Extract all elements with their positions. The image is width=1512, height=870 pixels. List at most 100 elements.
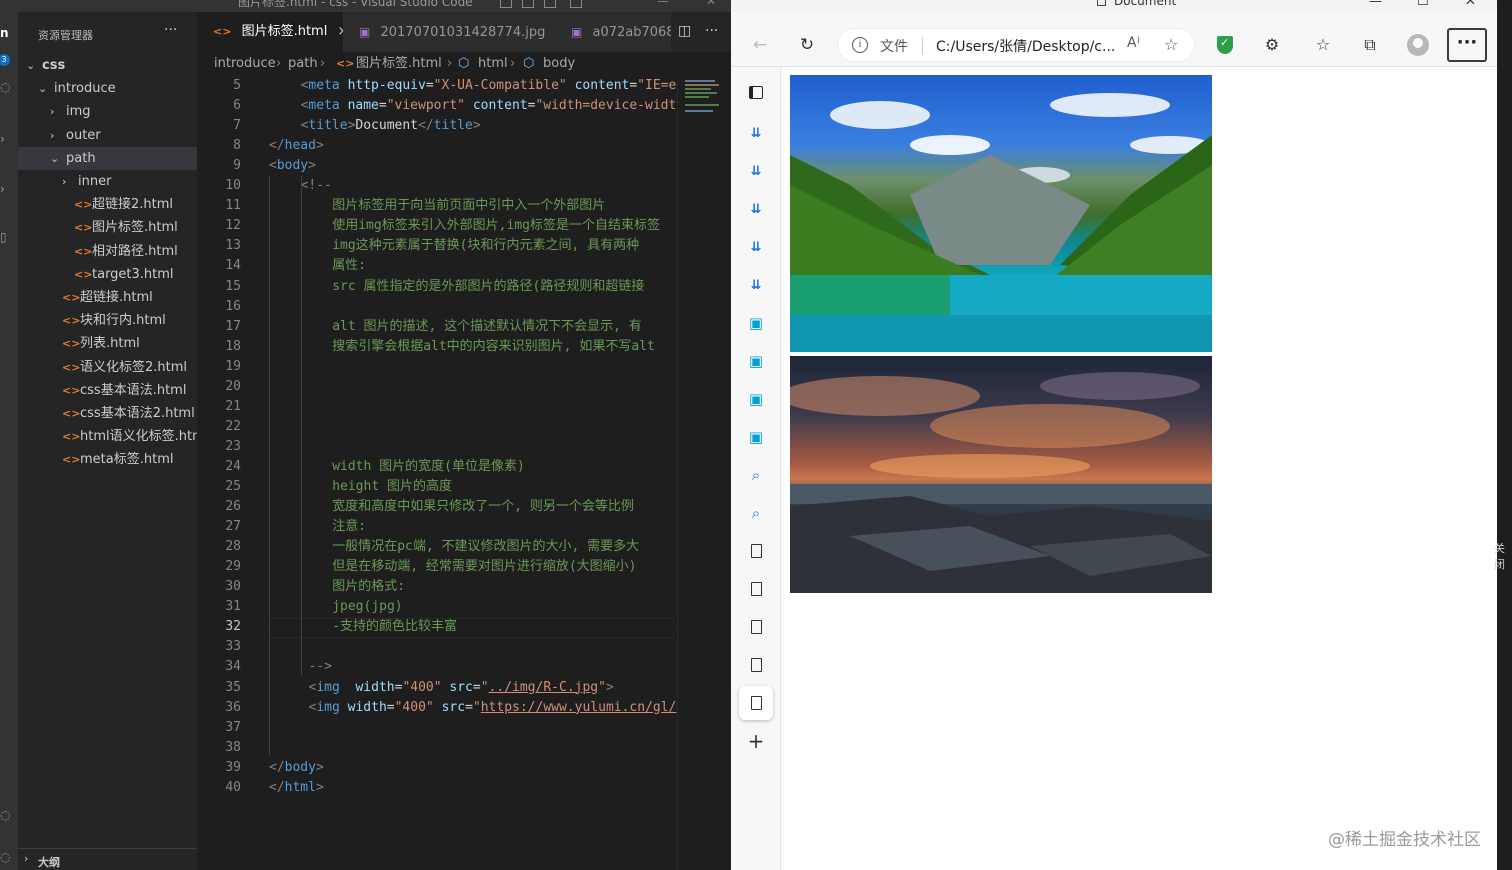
vertical-tab[interactable]: ▣ (743, 348, 769, 374)
extensions-icon[interactable]: › (0, 132, 5, 146)
outline-section[interactable]: › 大纲 (18, 848, 197, 870)
minimap[interactable] (683, 76, 723, 136)
refresh-icon[interactable]: ↻ (794, 32, 820, 58)
minimize-icon[interactable]: — (1369, 0, 1382, 9)
customize-layout-icon[interactable] (570, 0, 582, 8)
breadcrumb-separator-icon: › (447, 56, 453, 71)
tree-file-item[interactable]: <> css基本语法.html (18, 379, 197, 402)
minimap-line (685, 110, 713, 112)
extensions-puzzle-icon[interactable]: ⚙ (1259, 32, 1285, 58)
breadcrumb-folder[interactable]: introduce (214, 52, 276, 76)
code-line: <meta name="viewport" content="width=dev… (301, 96, 677, 116)
code-token: "IE=edge"> (637, 78, 677, 93)
manage-gear-icon[interactable]: ◌ (0, 850, 10, 864)
tree-file-item[interactable]: <> 图片标签.html (18, 216, 197, 239)
tree-file-item[interactable]: <> 超链接.html (18, 286, 197, 309)
code-editor[interactable]: <meta http-equiv="X-UA-Compatible" conte… (269, 76, 677, 816)
toggle-secondary-sidebar-icon[interactable] (544, 0, 556, 8)
tree-folder-item[interactable]: › inner (18, 170, 197, 193)
settings-more-button[interactable]: ··· (1447, 28, 1487, 62)
remote-explorer-icon[interactable]: ▯ (0, 230, 7, 244)
add-favorite-icon[interactable]: ☆ (1164, 35, 1178, 54)
vertical-tab[interactable]: ⌕ (743, 500, 769, 526)
vertical-tab[interactable]: ⇊ (743, 120, 769, 146)
tree-file-item[interactable]: <> 超链接2.html (18, 193, 197, 216)
vertical-tab[interactable]: ⌕ (743, 462, 769, 488)
tree-file-item[interactable]: <> 列表.html (18, 332, 197, 355)
tree-item-label: css基本语法2.html (80, 406, 195, 421)
profile-avatar[interactable] (1407, 34, 1429, 56)
tree-file-item[interactable]: <> meta标签.html (18, 448, 197, 471)
vertical-tab[interactable]: ▣ (743, 310, 769, 336)
tab-label: a072ab70688 (592, 25, 671, 40)
tree-file-item[interactable]: <> target3.html (18, 263, 197, 286)
collections-icon[interactable]: ⧉ (1357, 32, 1383, 58)
explorer-icon[interactable]: n (0, 26, 9, 40)
chevron-right-icon[interactable]: › (0, 182, 5, 196)
tree-folder-item[interactable]: › img (18, 100, 197, 123)
code-line: 宽度和高度中如果只修改了一个, 则另一个会等比例 (332, 497, 634, 517)
editor-more-actions-icon[interactable]: ··· (705, 23, 718, 39)
code-line: <body> (269, 156, 316, 176)
tab-image-file[interactable]: ▣ 20170701031428774.jpg (343, 12, 559, 52)
tree-file-item[interactable]: <> 语义化标签2.html (18, 356, 197, 379)
tree-file-item[interactable]: <> html语义化标签.html (18, 425, 197, 448)
tree-file-item[interactable]: <> 相对路径.html (18, 240, 197, 263)
editor-scrollbar-track[interactable] (677, 76, 678, 870)
tree-folder-item[interactable]: ⌄ css (18, 54, 197, 77)
tree-file-item[interactable]: <> 块和行内.html (18, 309, 197, 332)
vertical-tab[interactable]: ▣ (743, 386, 769, 412)
toggle-panel-icon[interactable] (522, 0, 534, 8)
vertical-tab[interactable] (739, 686, 773, 720)
address-bar[interactable]: i 文件 C:/Users/张倩/Desktop/c... A⁾ ☆ (837, 28, 1195, 62)
line-number: 33 (225, 639, 241, 655)
close-window-icon[interactable]: ✕ (706, 0, 716, 8)
tree-file-item[interactable]: <> css基本语法2.html (18, 402, 197, 425)
breadcrumb-file[interactable]: 图片标签.html (356, 52, 442, 76)
vertical-tab[interactable]: ⇊ (743, 272, 769, 298)
browser-title-text: Document (1114, 0, 1177, 8)
address-url[interactable]: C:/Users/张倩/Desktop/c... (936, 36, 1115, 56)
code-line: img这种元素属于替换(块和行内元素之间, 具有两种 (332, 236, 639, 256)
vertical-tab[interactable]: ⇊ (743, 196, 769, 222)
code-token: = (472, 679, 481, 695)
tab-image-file[interactable]: ▣ a072ab70688 (559, 12, 671, 52)
split-editor-icon[interactable]: ◫ (678, 23, 691, 39)
line-number: 19 (225, 358, 241, 374)
activity-bar: n 3 ◌ › › ▯ ◌ ◌ (0, 12, 18, 870)
vertical-tab[interactable]: ▣ (743, 424, 769, 450)
bilibili-icon: ▣ (748, 314, 764, 332)
tree-folder-item[interactable]: › outer (18, 124, 197, 147)
breadcrumb-symbol[interactable]: body (543, 52, 575, 76)
code-line: -支持的颜色比较丰富 (332, 617, 457, 637)
tree-folder-item[interactable]: ⌄ introduce (18, 77, 197, 100)
vertical-tab[interactable]: ⇊ (743, 158, 769, 184)
close-window-icon[interactable]: ✕ (1465, 0, 1476, 9)
tree-folder-item[interactable]: ⌄ path (18, 146, 197, 170)
toggle-sidebar-icon[interactable] (500, 0, 512, 8)
shield-extension-icon[interactable] (1217, 36, 1233, 54)
minimize-icon[interactable]: — (657, 0, 669, 8)
tab-active-file[interactable]: <> 图片标签.html × (197, 12, 343, 52)
explorer-more-actions-icon[interactable]: ··· (164, 22, 177, 38)
maximize-icon[interactable]: ☐ (1417, 0, 1429, 9)
outline-label: 大纲 (38, 856, 60, 869)
tab-actions-panel-icon[interactable] (743, 79, 769, 105)
vertical-tab[interactable] (743, 652, 769, 678)
vertical-tab[interactable]: ⇊ (743, 234, 769, 260)
breadcrumb-symbol[interactable]: html (478, 52, 508, 76)
line-number: 20 (225, 378, 241, 394)
run-debug-icon[interactable]: ◌ (0, 80, 10, 94)
vertical-tab[interactable] (743, 614, 769, 640)
line-number: 6 (233, 98, 241, 114)
vertical-tab[interactable] (743, 576, 769, 602)
back-arrow-icon[interactable]: ← (747, 32, 773, 58)
vertical-tab[interactable] (743, 538, 769, 564)
read-aloud-icon[interactable]: A⁾ (1127, 35, 1140, 51)
breadcrumb-folder[interactable]: path (288, 52, 318, 76)
accounts-icon[interactable]: ◌ (0, 808, 10, 822)
info-icon[interactable]: i (852, 37, 868, 53)
favorites-star-icon[interactable]: ☆ (1310, 32, 1336, 58)
new-tab-plus-icon[interactable]: + (743, 728, 769, 754)
